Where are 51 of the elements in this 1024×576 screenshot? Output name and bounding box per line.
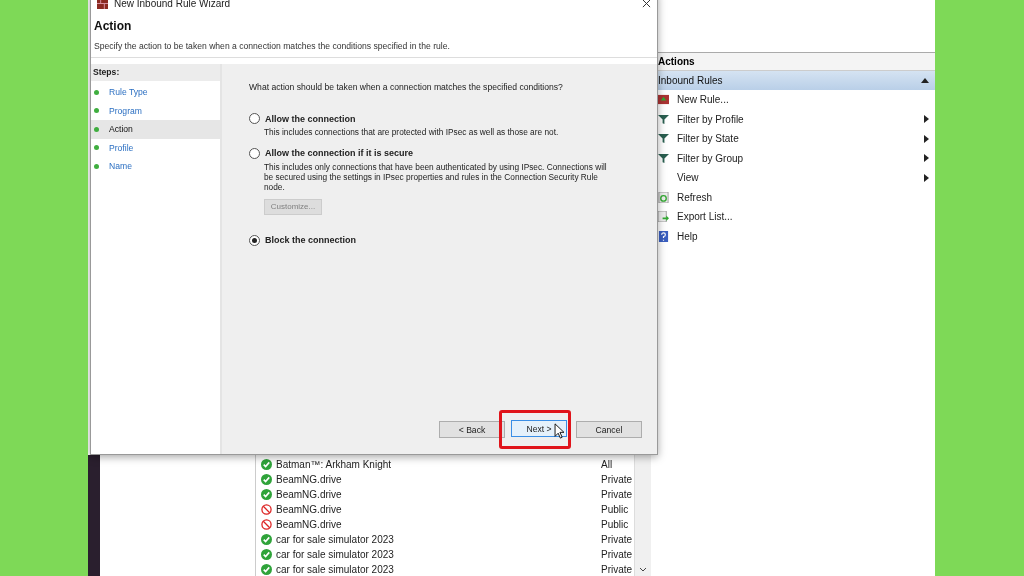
rule-name: BeamNG.drive — [276, 504, 343, 515]
rule-profile: Private — [601, 534, 633, 545]
radio-button[interactable] — [249, 234, 260, 246]
rule-profile: All — [601, 459, 613, 470]
menu-entry[interactable]: New Rule... — [654, 90, 935, 110]
menu-entry[interactable]: Filter by Group — [654, 148, 935, 168]
rule-name: car for sale simulator 2023 — [276, 564, 395, 575]
firewall-icon — [97, 0, 108, 9]
step-item[interactable]: Profile — [91, 138, 220, 157]
rule-name: BeamNG.drive — [276, 489, 343, 500]
step-item[interactable]: Rule Type — [91, 83, 220, 102]
option-label[interactable]: Block the connection — [265, 235, 356, 246]
mouse-cursor-icon — [554, 423, 565, 439]
rule-name: BeamNG.drive — [276, 519, 343, 530]
question-text: What action should be taken when a connection matches the specified conditions? — [249, 82, 564, 92]
rule-profile: Private — [601, 564, 633, 575]
option-description: This includes connections that are protected with IPsec as well as those are not. — [264, 128, 560, 138]
rule-profile: Private — [601, 474, 633, 485]
menu-entry[interactable]: Filter by State — [654, 129, 935, 149]
window-title: New Inbound Rule Wizard — [114, 0, 232, 9]
close-icon[interactable] — [642, 0, 651, 8]
next-button[interactable]: Next > — [511, 420, 567, 437]
rule-name: Batman™: Arkham Knight — [276, 459, 393, 470]
radio-button[interactable] — [249, 147, 260, 159]
rule-name: BeamNG.drive — [276, 474, 343, 485]
option-label[interactable]: Allow the connection — [265, 113, 356, 124]
steps-label: Steps: — [91, 64, 220, 81]
radio-button[interactable] — [249, 113, 260, 124]
step-item[interactable]: Name — [91, 157, 220, 176]
page-description: Specify the action to be taken when a connection matches the conditions specified in the rule. — [94, 41, 451, 51]
rule-name: car for sale simulator 2023 — [276, 549, 395, 560]
scrollbar[interactable] — [634, 455, 651, 576]
option-label[interactable]: Allow the connection if it is secure — [265, 148, 414, 159]
back-button[interactable]: < Back — [439, 421, 505, 438]
rule-profile: Public — [601, 519, 629, 530]
menu-entry[interactable]: View — [654, 168, 935, 188]
rule-name: car for sale simulator 2023 — [276, 534, 395, 545]
step-item[interactable]: Action — [91, 120, 220, 139]
rule-profile: Private — [601, 549, 633, 560]
menu-entry[interactable]: Refresh — [654, 187, 935, 207]
menu-entry[interactable]: Help — [654, 226, 935, 246]
step-item[interactable]: Program — [91, 101, 220, 120]
menu-entry[interactable]: Filter by Profile — [654, 109, 935, 129]
rule-profile: Private — [601, 489, 633, 500]
rule-profile: Public — [601, 504, 629, 515]
collapse-icon[interactable] — [921, 78, 929, 83]
scroll-down-icon[interactable] — [639, 567, 647, 573]
cancel-button[interactable]: Cancel — [576, 421, 642, 438]
page-heading: Action — [94, 19, 133, 33]
menu-entry[interactable]: Export List... — [654, 207, 935, 227]
option-description: This includes only connections that have been authenticated by using IPsec. Connections will be secured using the settings in IPsec properties and rules in the Connection Security Rule node. — [264, 162, 608, 193]
